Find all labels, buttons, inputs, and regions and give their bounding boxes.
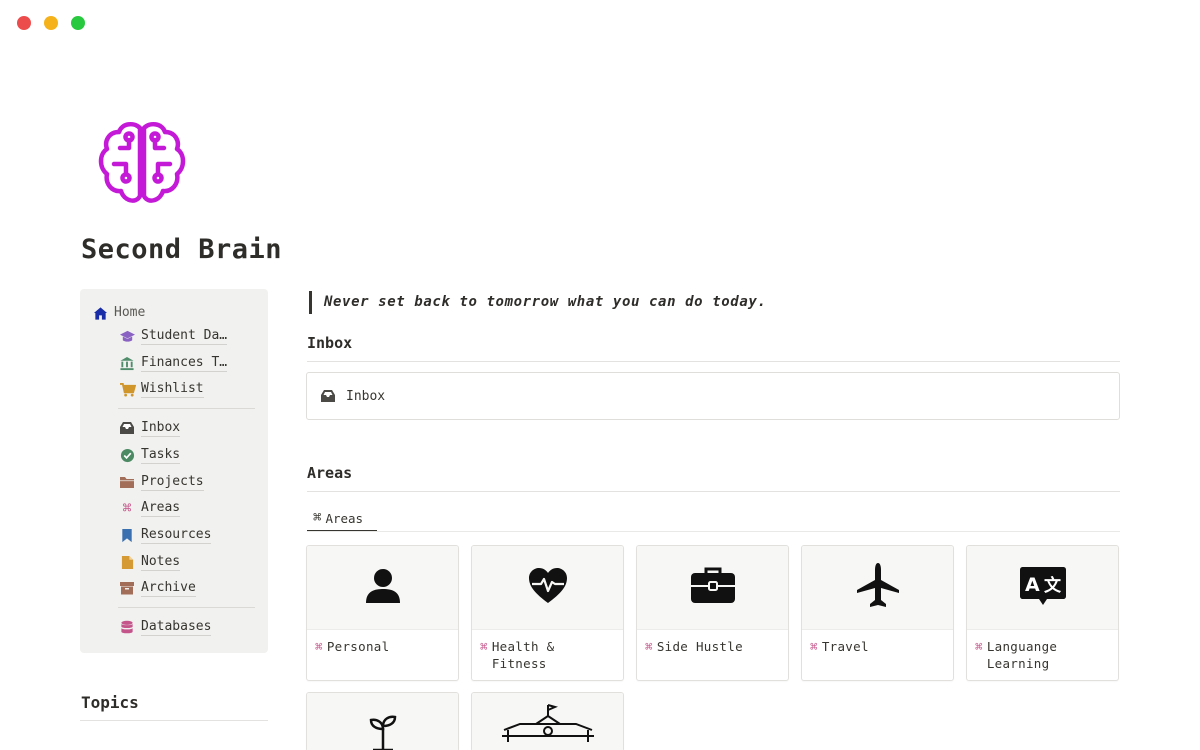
quote-block: Never set back to tomorrow what you can … (309, 291, 766, 314)
area-card[interactable] (306, 692, 459, 750)
area-card[interactable] (471, 692, 624, 750)
graduation-cap-icon (118, 327, 136, 345)
inbox-link-label: Inbox (346, 388, 386, 404)
card-cover (802, 546, 953, 630)
command-icon: ⌘ (315, 639, 323, 654)
command-icon: ⌘ (975, 639, 983, 654)
svg-text:A: A (1025, 574, 1040, 596)
svg-text:文: 文 (1044, 575, 1062, 596)
area-card-travel[interactable]: ⌘ Travel (801, 545, 954, 681)
translate-icon: A文 (1019, 566, 1067, 610)
card-cover (307, 546, 458, 630)
topics-heading: Topics (81, 693, 139, 712)
sidebar-item-finances-tracker[interactable]: Finances T… (118, 354, 228, 372)
sidebar-item-label: Student Da… (141, 327, 228, 345)
card-title: Health & Fitness (491, 639, 555, 671)
topics-divider (80, 720, 268, 721)
card-cover (637, 546, 788, 630)
sidebar-item-label: Wishlist (141, 380, 204, 398)
window-controls (17, 16, 85, 30)
bookmark-icon (118, 526, 136, 544)
card-cover (307, 693, 458, 750)
command-icon: ⌘ (645, 639, 653, 654)
school-icon (500, 702, 596, 750)
page-title: Second Brain (81, 234, 283, 265)
sidebar-item-home[interactable]: Home (91, 304, 145, 322)
inbox-tray-icon (118, 419, 136, 437)
sidebar-item-label: Tasks (141, 446, 181, 464)
tab-areas[interactable]: ⌘ Areas (307, 506, 377, 532)
card-cover: A文 (967, 546, 1118, 630)
card-title: Personal (326, 639, 390, 654)
sidebar-item-label: Home (114, 305, 146, 320)
tab-label: Areas (325, 510, 364, 526)
sidebar-item-wishlist[interactable]: Wishlist (118, 380, 204, 398)
sidebar-item-label: Archive (141, 579, 196, 597)
zoom-window-button[interactable] (71, 16, 85, 30)
airplane-icon (856, 562, 900, 614)
command-icon: ⌘ (313, 510, 322, 526)
sidebar-item-databases[interactable]: Databases (118, 618, 212, 636)
sidebar-item-label: Projects (141, 473, 204, 491)
card-title: Side Hustle (656, 639, 743, 654)
sidebar-item-label: Databases (141, 618, 212, 636)
heart-pulse-icon (528, 567, 568, 609)
sidebar-item-label: Notes (141, 553, 181, 571)
card-cover (472, 693, 623, 750)
sidebar-item-notes[interactable]: Notes (118, 553, 181, 571)
areas-heading: Areas (307, 464, 353, 482)
area-card-language-learning[interactable]: A文 ⌘ Languange Learning (966, 545, 1119, 681)
check-circle-icon (118, 446, 136, 464)
sidebar-item-archive[interactable]: Archive (118, 579, 196, 597)
card-cover (472, 546, 623, 630)
sidebar-item-inbox[interactable]: Inbox (118, 419, 181, 437)
archive-box-icon (118, 579, 136, 597)
sidebar-item-tasks[interactable]: Tasks (118, 446, 181, 464)
folder-icon (118, 473, 136, 491)
sidebar-item-label: Resources (141, 526, 212, 544)
sidebar-divider (118, 607, 255, 608)
area-card-side-hustle[interactable]: ⌘ Side Hustle (636, 545, 789, 681)
sidebar-item-student-dashboard[interactable]: Student Da… (118, 327, 228, 345)
database-icon (118, 618, 136, 636)
tab-bar-divider (307, 531, 1120, 532)
brain-icon[interactable] (96, 118, 188, 210)
area-card-personal[interactable]: ⌘ Personal (306, 545, 459, 681)
command-icon: ⌘ (480, 639, 488, 654)
inbox-tray-icon (320, 389, 336, 403)
command-icon: ⌘ (810, 639, 818, 654)
minimize-window-button[interactable] (44, 16, 58, 30)
person-icon (363, 566, 403, 610)
sidebar-item-label: Finances T… (141, 354, 228, 372)
inbox-heading: Inbox (307, 334, 353, 352)
close-window-button[interactable] (17, 16, 31, 30)
note-icon (118, 553, 136, 571)
home-icon (91, 304, 109, 322)
card-title: Travel (821, 639, 869, 654)
area-card-health-fitness[interactable]: ⌘ Health & Fitness (471, 545, 624, 681)
sidebar-item-resources[interactable]: Resources (118, 526, 212, 544)
sidebar-item-label: Areas (141, 499, 181, 517)
command-icon: ⌘ (122, 499, 132, 517)
sidebar-divider (118, 408, 255, 409)
sprout-icon (368, 712, 398, 750)
bank-icon (118, 354, 136, 372)
inbox-heading-divider (307, 361, 1120, 362)
briefcase-icon (690, 567, 736, 609)
areas-heading-divider (307, 491, 1120, 492)
inbox-link-block[interactable]: Inbox (306, 372, 1120, 420)
card-title: Languange Learning (986, 639, 1058, 671)
sidebar-item-label: Inbox (141, 419, 181, 437)
cart-icon (118, 380, 136, 398)
sidebar-item-areas[interactable]: ⌘ Areas (118, 499, 181, 517)
sidebar-item-projects[interactable]: Projects (118, 473, 204, 491)
